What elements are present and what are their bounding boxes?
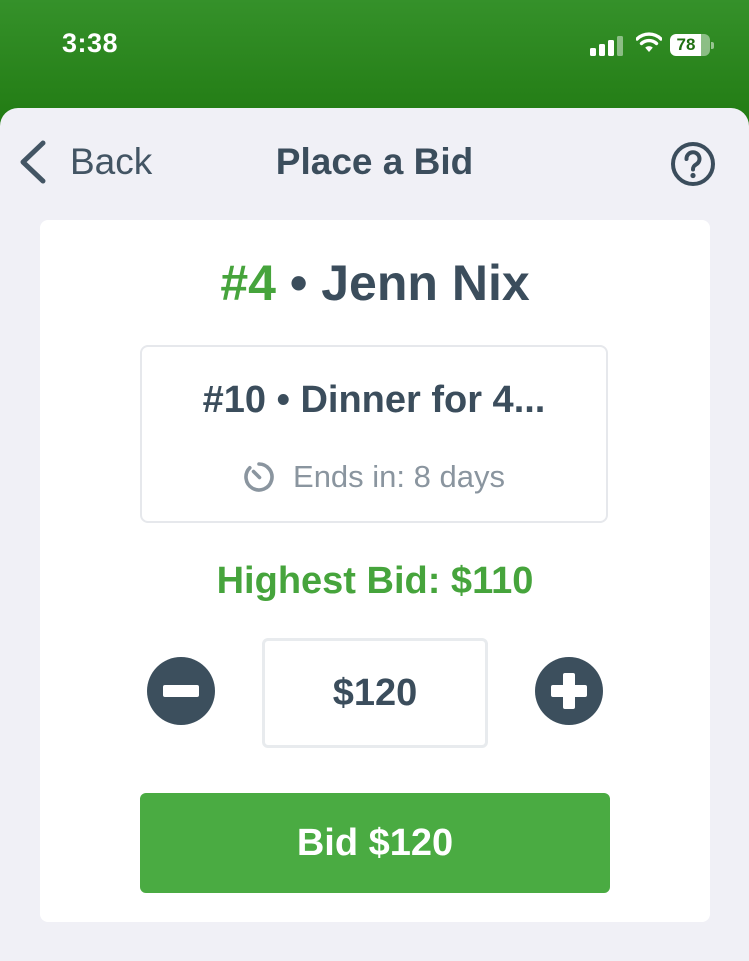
battery-icon: 78 [670, 34, 710, 56]
highest-bid: Highest Bid: $110 [216, 560, 534, 602]
back-button[interactable]: Back [18, 138, 152, 186]
item-ends: Ends in: 8 days [142, 459, 606, 495]
item-title: #10 • Dinner for 4... [202, 379, 546, 421]
decrement-button[interactable] [147, 657, 215, 725]
bidder-heading: #4 • Jenn Nix [40, 254, 710, 312]
bid-amount-input[interactable] [262, 638, 488, 748]
bidder-number: #4 [220, 255, 276, 311]
bidder-separator: • [275, 255, 322, 311]
timer-icon [244, 462, 274, 492]
question-circle-icon[interactable] [670, 141, 716, 187]
back-label: Back [70, 141, 153, 182]
status-time: 3:38 [62, 28, 119, 58]
chevron-left-icon [20, 140, 46, 184]
ends-in-text: Ends in: 8 days [293, 459, 505, 494]
bidder-name: Jenn Nix [321, 255, 530, 311]
bid-button[interactable]: Bid $120 [140, 793, 610, 893]
bid-card: #4 • Jenn Nix #10 • Dinner for 4... Ends… [40, 220, 710, 922]
bid-sheet: Back Place a Bid #4 • Jenn Nix #10 • Din… [0, 108, 749, 961]
item-summary[interactable]: #10 • Dinner for 4... Ends in: 8 days [140, 345, 608, 523]
minus-circle-icon [163, 685, 199, 697]
wifi-icon [636, 32, 662, 52]
status-icons: 78 [590, 30, 720, 60]
increment-button[interactable] [535, 657, 603, 725]
battery-level: 78 [676, 35, 696, 54]
